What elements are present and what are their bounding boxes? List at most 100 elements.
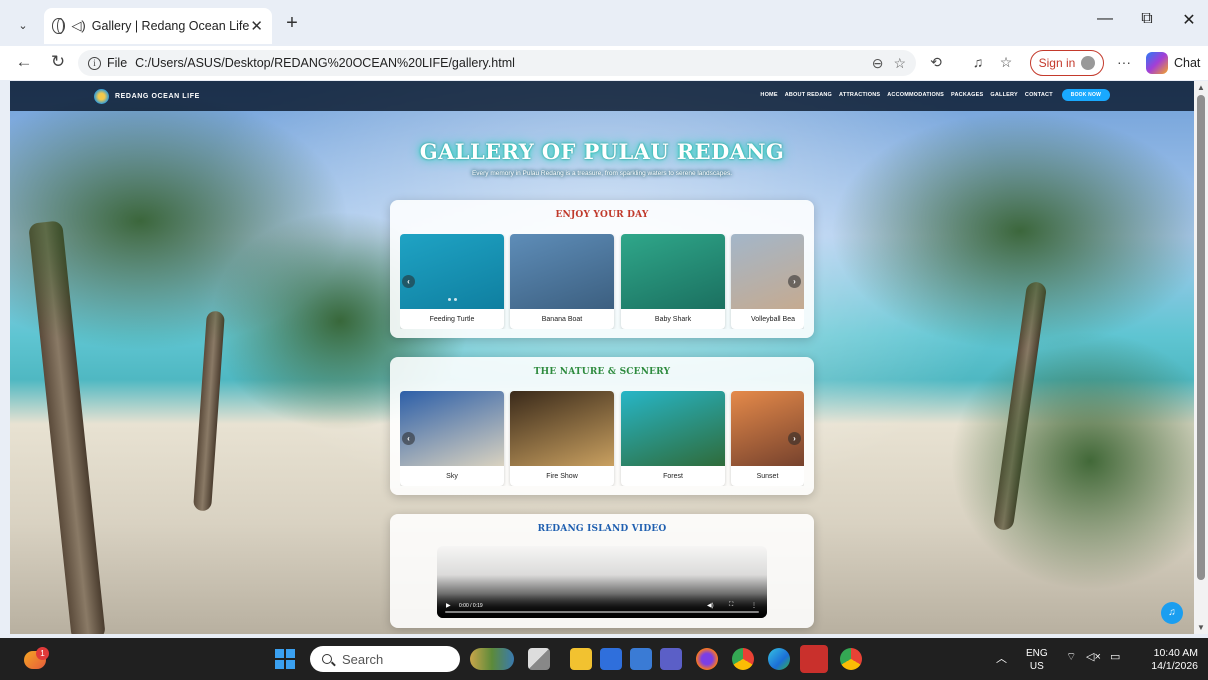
page-title: GALLERY OF PULAU REDANG	[419, 139, 785, 164]
site-brand[interactable]: REDANG OCEAN LIFE	[94, 89, 200, 104]
lang-top: ENG	[1026, 648, 1048, 659]
gallery-caption: Banana Boat	[541, 316, 583, 323]
scroll-down-icon[interactable]: ▼	[1194, 623, 1208, 632]
minimize-icon[interactable]: —	[1090, 10, 1120, 28]
clock-time: 10:40 AM	[1153, 647, 1198, 659]
scrollbar-thumb[interactable]	[1197, 95, 1205, 580]
speaker-icon[interactable]: ◁)	[71, 18, 85, 34]
sign-in-button[interactable]: Sign in	[1030, 50, 1104, 76]
read-aloud-icon[interactable]: ♫	[968, 54, 988, 70]
back-arrow-icon[interactable]: ←	[12, 52, 36, 72]
gallery-caption: Sunset	[756, 473, 779, 480]
video-player[interactable]: ▶ 0:00 / 0:19 ◀) ⛶ ⋮	[437, 546, 767, 618]
scroll-up-icon[interactable]: ▲	[1194, 83, 1208, 92]
tab-close-icon[interactable]: ✕	[249, 17, 264, 35]
gallery-item[interactable]: Fire Show	[510, 391, 614, 486]
close-window-icon[interactable]: ✕	[1174, 10, 1204, 30]
gallery-image	[731, 391, 804, 466]
gallery-item[interactable]: Feeding Turtle	[400, 234, 504, 329]
browser-tab-strip: ⌄ ◁) Gallery | Redang Ocean Life ✕ + — ⧉…	[0, 0, 1208, 46]
widgets-icon[interactable]	[470, 648, 514, 670]
url-text[interactable]: C:/Users/ASUS/Desktop/REDANG%20OCEAN%20L…	[135, 56, 862, 70]
gallery-item[interactable]: Forest	[621, 391, 725, 486]
gallery-image	[621, 391, 725, 466]
chrome-icon[interactable]	[732, 648, 754, 670]
opera-icon[interactable]	[800, 645, 828, 673]
fullscreen-icon[interactable]: ⛶	[729, 602, 733, 609]
gallery-item[interactable]: Sky	[400, 391, 504, 486]
tab-list-chevron-icon[interactable]: ⌄	[10, 13, 36, 37]
store-icon[interactable]	[630, 648, 652, 670]
system-clock[interactable]: 10:40 AM 14/1/2026	[1132, 647, 1198, 673]
nav-contact[interactable]: CONTACT	[1025, 92, 1053, 98]
zoom-icon[interactable]: ⊖	[872, 55, 884, 72]
restore-icon[interactable]: ⧉	[1132, 10, 1162, 28]
more-menu-icon[interactable]: ···	[1114, 54, 1134, 70]
section-title: THE NATURE & SCENERY	[533, 367, 671, 377]
video-section: REDANG ISLAND VIDEO ▶ 0:00 / 0:19 ◀) ⛶ ⋮	[390, 514, 814, 628]
bush	[950, 331, 1194, 591]
refresh-icon[interactable]: ↻	[46, 52, 70, 72]
lang-bottom: US	[1029, 661, 1044, 672]
teams-icon[interactable]	[660, 648, 682, 670]
nav-home[interactable]: HOME	[760, 92, 777, 98]
page-scrollbar[interactable]: ▲ ▼	[1194, 81, 1208, 634]
search-label: Search	[342, 651, 384, 667]
language-indicator[interactable]: ENG US	[1026, 647, 1048, 673]
battery-icon[interactable]: ▭	[1110, 650, 1120, 663]
favorite-star-icon[interactable]: ☆	[893, 55, 906, 72]
site-navbar: REDANG OCEAN LIFE HOME ABOUT REDANG ATTR…	[10, 81, 1194, 111]
info-icon[interactable]: i	[88, 56, 101, 70]
carousel-track: Feeding Turtle Banana Boat Baby Shark Vo…	[400, 234, 804, 329]
carousel-next-icon[interactable]: ›	[788, 432, 801, 445]
globe-icon	[52, 18, 66, 34]
copilot-chat-button[interactable]: Chat	[1146, 52, 1200, 74]
video-controls: ▶ 0:00 / 0:19 ◀) ⛶ ⋮	[437, 594, 767, 618]
carousel-prev-icon[interactable]: ‹	[402, 432, 415, 445]
site-menu: HOME ABOUT REDANG ATTRACTIONS ACCOMMODAT…	[753, 89, 1110, 101]
gallery-item[interactable]: Banana Boat	[510, 234, 614, 329]
browser-tab-active[interactable]: ◁) Gallery | Redang Ocean Life ✕	[44, 8, 272, 44]
wifi-icon[interactable]: ⌔	[1066, 650, 1076, 664]
notification-badge: 1	[36, 647, 49, 660]
gallery-item[interactable]: Baby Shark	[621, 234, 725, 329]
book-now-button[interactable]: BOOK NOW	[1061, 89, 1110, 101]
tray-overflow-icon[interactable]: ︿	[996, 650, 1007, 666]
gallery-caption: Feeding Turtle	[429, 316, 475, 323]
address-bar[interactable]: i File C:/Users/ASUS/Desktop/REDANG%20OC…	[78, 50, 916, 76]
windows-start-icon[interactable]	[275, 649, 295, 669]
search-icon	[322, 654, 332, 664]
nav-attractions[interactable]: ATTRACTIONS	[839, 92, 880, 98]
volume-icon[interactable]: ◀)	[707, 602, 714, 609]
edge-icon[interactable]	[768, 648, 790, 670]
nav-packages[interactable]: PACKAGES	[951, 92, 983, 98]
new-tab-button[interactable]: +	[280, 12, 304, 35]
gallery-image	[731, 234, 804, 309]
carousel-prev-icon[interactable]: ‹	[402, 275, 415, 288]
video-more-icon[interactable]: ⋮	[751, 602, 757, 609]
file-explorer-icon[interactable]	[570, 648, 592, 670]
video-progress-bar[interactable]	[445, 611, 759, 613]
app-icon[interactable]	[600, 648, 622, 670]
volume-muted-icon[interactable]: ◁×	[1086, 650, 1101, 663]
windows-taskbar: 1 Search ︿ ENG US ⌔ ◁× ▭ 10:40 AM 14/1/2…	[0, 638, 1208, 680]
gallery-section-nature: THE NATURE & SCENERY Sky Fire Show Fores…	[390, 357, 814, 495]
gallery-caption: Forest	[663, 473, 683, 480]
gallery-image	[400, 391, 504, 466]
firefox-icon[interactable]	[696, 648, 718, 670]
carousel-dots	[448, 298, 460, 301]
task-view-icon[interactable]	[528, 648, 550, 670]
taskbar-search[interactable]: Search	[310, 646, 460, 672]
music-toggle-icon[interactable]: ♫	[1161, 602, 1183, 624]
section-title: REDANG ISLAND VIDEO	[537, 524, 667, 534]
weather-widget-icon[interactable]: 1	[24, 647, 50, 671]
extensions-icon[interactable]: ⟲	[926, 54, 946, 71]
chrome-profile-icon[interactable]	[840, 648, 862, 670]
nav-accommodations[interactable]: ACCOMMODATIONS	[887, 92, 944, 98]
favorites-icon[interactable]: ☆	[996, 54, 1016, 71]
gallery-caption: Volleyball Bea	[751, 316, 795, 323]
carousel-next-icon[interactable]: ›	[788, 275, 801, 288]
play-icon[interactable]: ▶	[446, 602, 451, 609]
nav-about-redang[interactable]: ABOUT REDANG	[785, 92, 832, 98]
nav-gallery[interactable]: GALLERY	[990, 92, 1017, 98]
